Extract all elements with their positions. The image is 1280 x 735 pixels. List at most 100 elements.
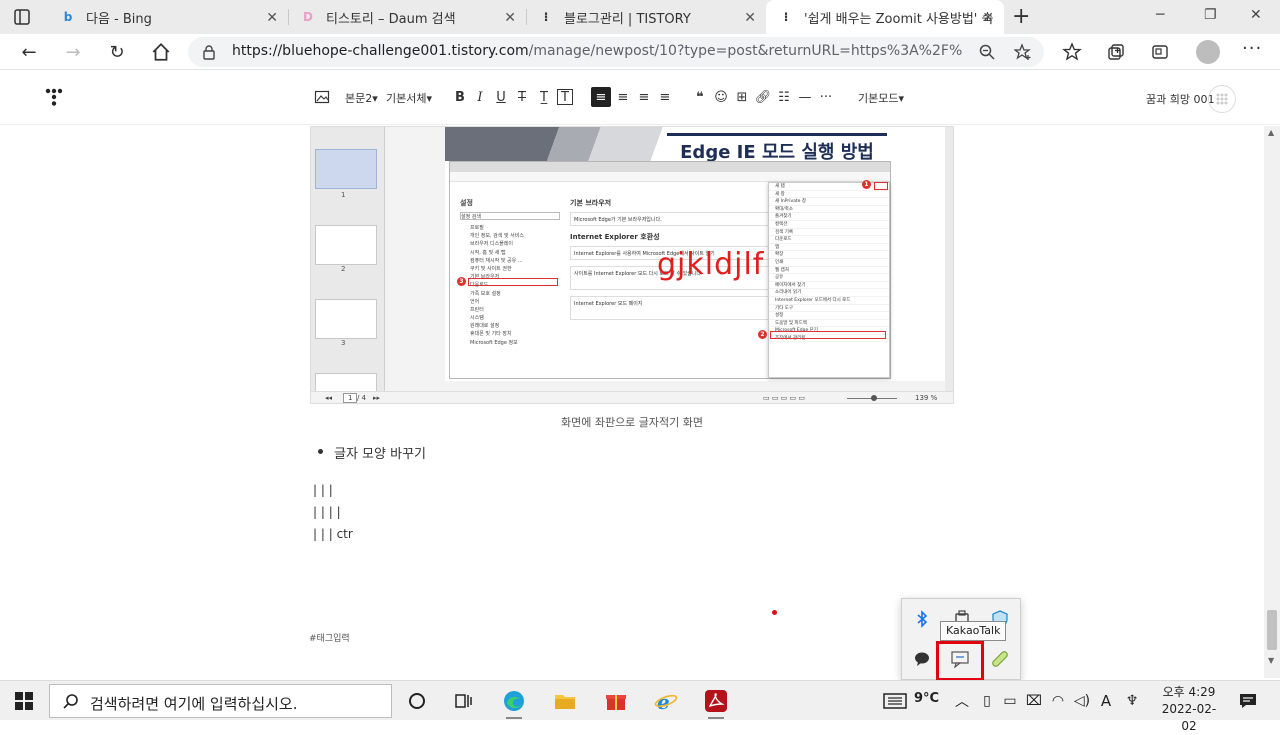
more-format-icon[interactable]: ··· bbox=[818, 89, 834, 105]
home-icon[interactable] bbox=[150, 41, 172, 63]
emoji-icon[interactable]: ☺ bbox=[713, 89, 729, 105]
tab-bing[interactable]: b 다음 - Bing ✕ bbox=[48, 0, 288, 34]
device-icon[interactable]: ⌧ bbox=[1022, 689, 1046, 713]
tistory-logo-icon[interactable] bbox=[44, 87, 64, 109]
editor-mode-select[interactable]: 기본모드▾ bbox=[858, 90, 904, 106]
volume-icon[interactable]: ◁) bbox=[1070, 689, 1094, 713]
touchpad-icon[interactable]: ▯ bbox=[975, 689, 999, 713]
quote-icon[interactable]: ❝ bbox=[692, 89, 708, 105]
daum-icon: D bbox=[303, 10, 313, 24]
tab-tistory-manage[interactable]: ⁝ 블로그관리 | TISTORY ✕ bbox=[526, 0, 766, 34]
table-icon[interactable]: ⊞ bbox=[734, 89, 750, 105]
edge-taskbar-icon[interactable] bbox=[502, 689, 526, 719]
shot-menu-item: 확대/축소 bbox=[769, 206, 889, 214]
forward-icon[interactable]: → bbox=[62, 41, 84, 63]
favorites-icon[interactable] bbox=[1062, 42, 1082, 62]
close-icon[interactable]: ✕ bbox=[266, 10, 278, 26]
view-mode-icons[interactable]: ▭ ▭ ▭ ▭ ▭ bbox=[763, 394, 805, 402]
close-icon[interactable]: ✕ bbox=[504, 10, 516, 26]
window-close-icon[interactable]: ✕ bbox=[1250, 7, 1262, 23]
scroll-up-icon[interactable]: ▲ bbox=[1268, 128, 1274, 137]
file-explorer-taskbar-icon[interactable] bbox=[553, 689, 577, 713]
tag-input[interactable]: #태그입력 bbox=[309, 631, 350, 644]
input-method-icon[interactable]: A bbox=[1094, 689, 1118, 713]
body-line[interactable]: | | | bbox=[313, 483, 333, 497]
weather-temperature[interactable]: 9°C bbox=[914, 691, 939, 706]
close-icon[interactable]: ✕ bbox=[982, 10, 994, 26]
taskbar-search-box[interactable]: 검색하려면 여기에 입력하십시오. bbox=[49, 684, 392, 718]
maximize-icon[interactable]: ❐ bbox=[1204, 7, 1217, 23]
font-label: 기본서체 bbox=[386, 92, 427, 105]
image-caption[interactable]: 화면에 좌판으로 글자적기 화면 bbox=[310, 414, 954, 430]
lock-icon[interactable] bbox=[202, 44, 216, 60]
zoom-slider-handle[interactable] bbox=[871, 395, 877, 401]
collections-icon[interactable] bbox=[1106, 42, 1126, 62]
step-marker: 2 bbox=[758, 330, 767, 339]
weather-widget-icon[interactable] bbox=[882, 689, 908, 713]
list-item[interactable]: 글자 모양 바꾸기 bbox=[318, 443, 426, 462]
acrobat-taskbar-icon[interactable] bbox=[704, 689, 728, 719]
body-line[interactable]: | | | | bbox=[313, 505, 341, 519]
text-background-icon[interactable]: T bbox=[557, 89, 573, 105]
add-favorite-icon[interactable] bbox=[1014, 43, 1032, 61]
scrollbar-thumb[interactable] bbox=[1267, 610, 1277, 650]
page-input[interactable]: 1 bbox=[343, 393, 358, 403]
zoomit-pen-dot bbox=[772, 610, 777, 615]
notification-center-icon[interactable] bbox=[1238, 691, 1258, 711]
task-view-icon[interactable] bbox=[451, 689, 475, 713]
paragraph-style-select[interactable]: 본문2▾ bbox=[345, 90, 378, 106]
tab-daum[interactable]: D 티스토리 – Daum 검색 ✕ bbox=[288, 0, 526, 34]
chat-bubble-icon[interactable] bbox=[912, 649, 932, 669]
bluetooth-icon[interactable] bbox=[912, 609, 932, 629]
user-menu-button[interactable] bbox=[1208, 85, 1236, 113]
font-select[interactable]: 기본서체▾ bbox=[386, 90, 432, 106]
more-options-icon[interactable]: ··· bbox=[1242, 38, 1262, 59]
page-scrollbar[interactable]: ▲ ▼ bbox=[1264, 126, 1280, 678]
back-icon[interactable]: ← bbox=[18, 41, 40, 63]
tab-actions-icon[interactable] bbox=[12, 7, 32, 27]
taskbar-clock[interactable]: 오후 4:29 2022-02-02 bbox=[1156, 684, 1222, 735]
align-justify-icon[interactable]: ≡ bbox=[657, 89, 673, 105]
list-icon[interactable]: ☷ bbox=[776, 89, 792, 105]
chevron-up-icon[interactable]: ︿ bbox=[950, 689, 974, 713]
windows-start-icon[interactable] bbox=[14, 691, 34, 711]
underline-icon[interactable]: U bbox=[493, 89, 509, 105]
divider-icon[interactable]: — bbox=[797, 89, 813, 105]
strikethrough-icon[interactable]: T bbox=[514, 89, 530, 105]
address-bar[interactable]: https://bluehope-challenge001.tistory.co… bbox=[188, 37, 1044, 67]
cortana-icon[interactable] bbox=[405, 689, 429, 713]
body-line[interactable]: | | | ctr bbox=[313, 527, 353, 541]
next-page-icon[interactable]: ▸▸ bbox=[373, 394, 380, 402]
align-center-icon[interactable]: ≡ bbox=[615, 89, 631, 105]
tab-tistory-post[interactable]: ⁝ '쉽게 배우는 Zoomit 사용방법' 숙 ✕ bbox=[766, 0, 1004, 34]
wifi-icon[interactable]: ◠ bbox=[1046, 689, 1070, 713]
text-color-icon[interactable]: T̲ bbox=[536, 89, 552, 105]
shot-tab-strip bbox=[450, 162, 890, 172]
battery-icon[interactable]: ▭ bbox=[998, 689, 1022, 713]
scroll-down-icon[interactable]: ▼ bbox=[1268, 656, 1274, 665]
ie-taskbar-icon[interactable]: e bbox=[654, 689, 678, 713]
zoom-magnifier-icon[interactable] bbox=[978, 43, 996, 61]
url-text[interactable]: https://bluehope-challenge001.tistory.co… bbox=[232, 43, 962, 59]
bold-icon[interactable]: B bbox=[452, 89, 468, 105]
align-right-icon[interactable]: ≡ bbox=[636, 89, 652, 105]
new-tab-icon[interactable]: + bbox=[1012, 4, 1030, 29]
prev-page-icon[interactable]: ◂◂ bbox=[325, 394, 332, 402]
minimize-icon[interactable]: ─ bbox=[1156, 7, 1164, 23]
slide-thumbnail bbox=[315, 149, 377, 189]
align-left-icon[interactable]: ≡ bbox=[591, 87, 611, 107]
step-marker: 1 bbox=[862, 180, 871, 189]
refresh-icon[interactable]: ↻ bbox=[106, 41, 128, 63]
shot-sidebar-item: 개인 정보, 검색 및 서비스 bbox=[470, 233, 524, 240]
italic-icon[interactable]: I bbox=[472, 89, 488, 105]
slide-pane-scrollbar[interactable] bbox=[945, 127, 953, 391]
insert-image-icon[interactable] bbox=[314, 89, 330, 105]
sidebar-apps-icon[interactable] bbox=[1150, 42, 1170, 62]
gift-taskbar-icon[interactable] bbox=[604, 689, 628, 713]
pill-icon[interactable] bbox=[990, 649, 1010, 669]
close-icon[interactable]: ✕ bbox=[744, 10, 756, 26]
profile-avatar[interactable] bbox=[1196, 40, 1220, 64]
embedded-slide-image[interactable]: 1 2 3 Edge IE 모드 실행 방법 설정 설정 검색 프로필 개인 정보… bbox=[310, 126, 954, 404]
link-icon[interactable]: 🔗︎ bbox=[755, 89, 772, 105]
network-status-icon[interactable]: ♆ bbox=[1120, 689, 1144, 713]
